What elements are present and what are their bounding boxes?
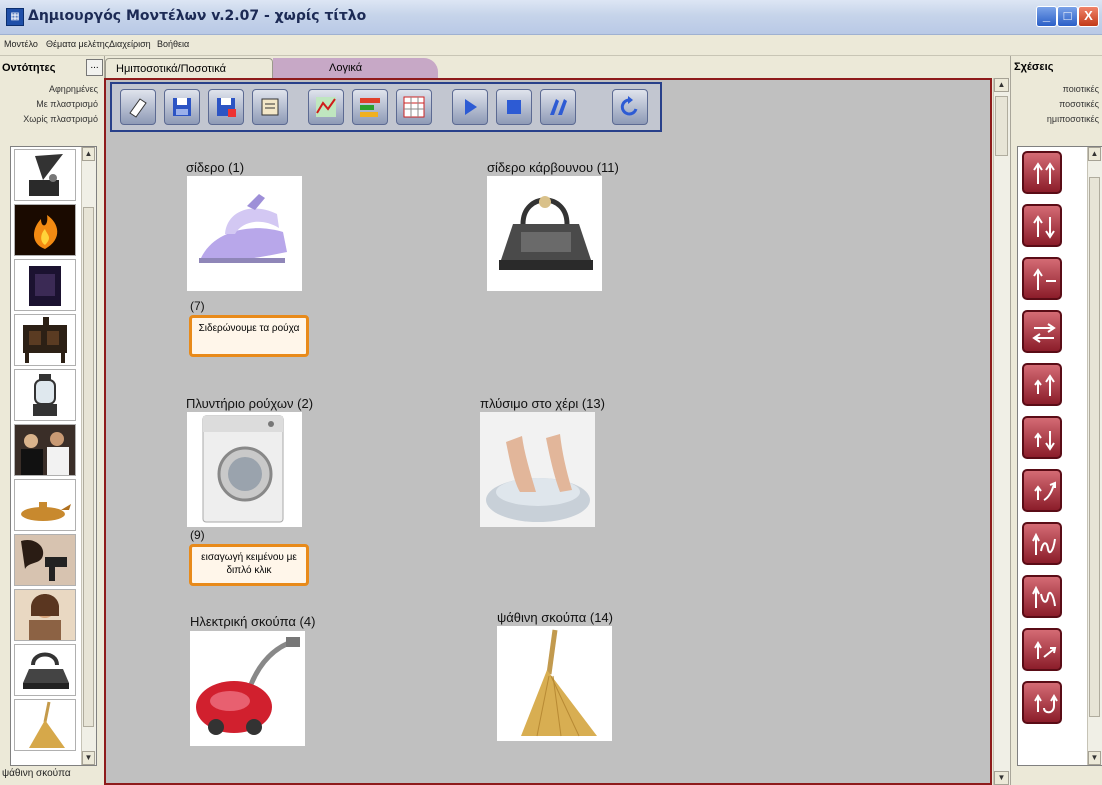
woman-thumbnail[interactable] xyxy=(14,589,76,641)
bars-icon[interactable] xyxy=(352,89,388,125)
inc-dec-icon[interactable] xyxy=(1022,416,1062,459)
canvas-scroll-up-arrow-icon[interactable]: ▲ xyxy=(994,78,1009,92)
entities-more-button[interactable]: ... xyxy=(86,59,103,76)
hairdryer-thumbnail[interactable] xyxy=(14,534,76,586)
close-button[interactable]: X xyxy=(1078,6,1099,27)
canvas-scroll-thumb[interactable] xyxy=(995,96,1008,156)
relation-category-semi-quantitative[interactable]: ημιποσοτικές xyxy=(1047,114,1099,124)
table-icon[interactable] xyxy=(396,89,432,125)
entity-image-list: ▲ ▼ xyxy=(10,146,97,766)
scroll-down-arrow-icon[interactable]: ▼ xyxy=(82,751,95,765)
undo-icon[interactable] xyxy=(612,89,648,125)
relations-panel: Σχέσεις ποιοτικές ποσοτικές ημιποσοτικές… xyxy=(1010,56,1102,785)
entity-label-coal-iron: σίδερο κάρβουνου (11) xyxy=(487,160,619,175)
broom-thumbnail[interactable] xyxy=(14,699,76,751)
entity-category-without-frame[interactable]: Χωρίς πλαστρισμό xyxy=(23,114,98,124)
step-icon[interactable] xyxy=(540,89,576,125)
inc-loop-icon[interactable] xyxy=(1022,681,1062,724)
lantern-thumbnail[interactable] xyxy=(14,369,76,421)
graph-icon[interactable] xyxy=(308,89,344,125)
entity-label-straw-broom: ψάθινη σκούπα (14) xyxy=(497,610,613,625)
washing-machine-image[interactable] xyxy=(187,412,302,527)
entities-panel: Οντότητες ... Αφηρημένες Με πλαστρισμό Χ… xyxy=(0,56,105,785)
toolbar xyxy=(110,82,662,132)
menu-management[interactable]: Διαχείριση xyxy=(109,39,151,49)
relation-category-qualitative[interactable]: ποιοτικές xyxy=(1063,84,1099,94)
inc-ramp-icon[interactable] xyxy=(1022,628,1062,671)
relation-scroll-down-arrow-icon[interactable]: ▼ xyxy=(1088,751,1101,765)
gramophone-thumbnail[interactable] xyxy=(14,149,76,201)
dark-object-thumbnail[interactable] xyxy=(14,259,76,311)
stop-icon[interactable] xyxy=(496,89,532,125)
wave-up-icon[interactable] xyxy=(1022,522,1062,565)
relation-category-quantitative[interactable]: ποσοτικές xyxy=(1059,99,1099,109)
coal-iron-thumbnail[interactable] xyxy=(14,644,76,696)
app-icon: ▦ xyxy=(6,8,24,26)
entity-label-iron: σίδερο (1) xyxy=(186,160,245,175)
entity-category-with-frame[interactable]: Με πλαστρισμό xyxy=(36,99,98,109)
maximize-button[interactable]: □ xyxy=(1057,6,1078,27)
minimize-button[interactable]: _ xyxy=(1036,6,1057,27)
entity-label-washing-machine: Πλυντήριο ρούχων (2) xyxy=(186,396,314,411)
save-as-icon[interactable] xyxy=(208,89,244,125)
relation-list-scrollbar[interactable]: ▲ ▼ xyxy=(1087,147,1102,765)
scroll-up-arrow-icon[interactable]: ▲ xyxy=(82,147,95,161)
play-icon[interactable] xyxy=(452,89,488,125)
swap-arrows-icon[interactable] xyxy=(1022,310,1062,353)
function-text-input[interactable]: εισαγωγή κειμένου με διπλό κλικ xyxy=(189,544,309,586)
inc-curve-icon[interactable] xyxy=(1022,469,1062,512)
menu-bar: Μοντέλο Θέματα μελέτης Διαχείριση Βοήθει… xyxy=(0,35,1102,56)
inc-inc-icon[interactable] xyxy=(1022,363,1062,406)
menu-topics[interactable]: Θέματα μελέτης xyxy=(46,39,109,49)
function-number-9: (9) xyxy=(190,528,205,542)
window-title: Δημιουργός Μοντέλων v.2.07 - χωρίς τίτλο xyxy=(28,8,367,24)
selected-entity-status: ψάθινη σκούπα xyxy=(2,768,71,779)
hand-washing-image[interactable] xyxy=(480,412,595,527)
vacuum-cleaner-image[interactable] xyxy=(190,631,305,746)
up-down-icon[interactable] xyxy=(1022,204,1062,247)
entities-header: Οντότητες xyxy=(2,62,56,74)
entity-list-scrollbar[interactable]: ▲ ▼ xyxy=(81,147,96,765)
new-icon[interactable] xyxy=(120,89,156,125)
up-up-icon[interactable] xyxy=(1022,151,1062,194)
wave-down-icon[interactable] xyxy=(1022,575,1062,618)
menu-help[interactable]: Βοήθεια xyxy=(157,39,189,49)
menu-model[interactable]: Μοντέλο xyxy=(4,39,38,49)
coal-iron-image[interactable] xyxy=(487,176,602,291)
entity-label-hand-washing: πλύσιμο στο χέρι (13) xyxy=(480,396,605,411)
relation-list: ▲ ▼ xyxy=(1017,146,1102,766)
people-thumbnail[interactable] xyxy=(14,424,76,476)
function-ironing[interactable]: Σιδερώνουμε τα ρούχα xyxy=(189,315,309,357)
fire-thumbnail[interactable] xyxy=(14,204,76,256)
function-number-7: (7) xyxy=(190,299,205,313)
relation-scroll-up-arrow-icon[interactable]: ▲ xyxy=(1088,147,1101,161)
scroll-thumb[interactable] xyxy=(83,207,94,727)
entity-label-vacuum-cleaner: Ηλεκτρική σκούπα (4) xyxy=(190,614,316,629)
tab-logical[interactable]: Λογικά xyxy=(273,58,438,78)
canvas-scrollbar[interactable]: ▲ ▼ xyxy=(993,78,1010,785)
title-bar: ▦ Δημιουργός Μοντέλων v.2.07 - χωρίς τίτ… xyxy=(0,0,1102,35)
model-canvas[interactable]: σίδερο (1) σίδερο κάρβουνου (11) (7) Σιδ… xyxy=(104,78,992,785)
stove-thumbnail[interactable] xyxy=(14,314,76,366)
up-minus-icon[interactable] xyxy=(1022,257,1062,300)
tab-semi-quantitative[interactable]: Ημιποσοτικά/Ποσοτικά xyxy=(105,58,273,78)
print-icon[interactable] xyxy=(252,89,288,125)
straw-broom-image[interactable] xyxy=(497,626,612,741)
relations-header: Σχέσεις xyxy=(1014,61,1054,73)
entity-category-abstract[interactable]: Αφηρημένες xyxy=(49,84,98,94)
canvas-scroll-down-arrow-icon[interactable]: ▼ xyxy=(994,771,1009,785)
save-icon[interactable] xyxy=(164,89,200,125)
electric-iron-image[interactable] xyxy=(187,176,302,291)
relation-scroll-thumb[interactable] xyxy=(1089,177,1100,717)
oil-lamp-thumbnail[interactable] xyxy=(14,479,76,531)
